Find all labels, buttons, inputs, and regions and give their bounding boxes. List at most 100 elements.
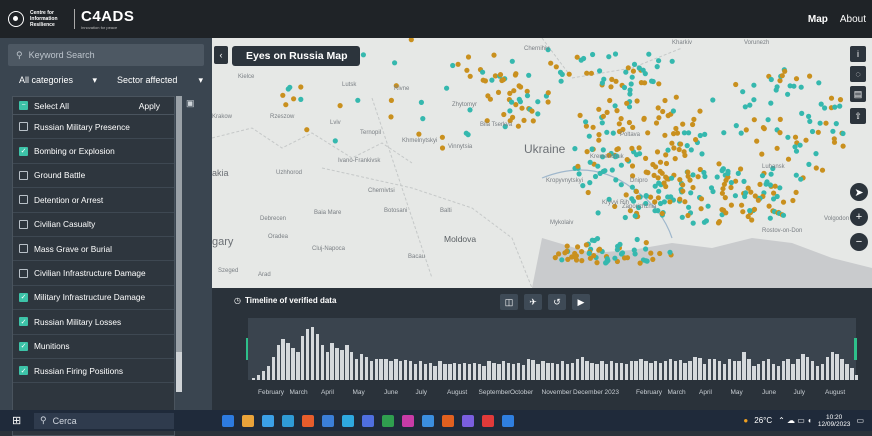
event-marker[interactable] xyxy=(650,78,656,85)
event-marker[interactable] xyxy=(740,89,746,95)
event-marker[interactable] xyxy=(790,197,796,204)
event-marker[interactable] xyxy=(634,236,640,243)
timeline-bar[interactable] xyxy=(536,363,540,380)
event-marker[interactable] xyxy=(699,151,705,157)
event-marker[interactable] xyxy=(742,104,748,110)
event-marker[interactable] xyxy=(656,115,662,121)
windows-start-icon[interactable]: ⊞ xyxy=(12,414,26,427)
event-marker[interactable] xyxy=(599,120,605,126)
timeline-bar[interactable] xyxy=(462,362,467,380)
event-marker[interactable] xyxy=(548,60,554,66)
event-marker[interactable] xyxy=(823,120,829,126)
event-marker[interactable] xyxy=(792,134,799,140)
timeline-bar[interactable] xyxy=(609,361,614,380)
event-marker[interactable] xyxy=(535,111,541,117)
event-marker[interactable] xyxy=(641,115,647,121)
event-marker[interactable] xyxy=(627,87,633,93)
timeline-bar[interactable] xyxy=(281,339,285,380)
taskbar-app-icon[interactable] xyxy=(422,414,434,427)
event-marker[interactable] xyxy=(332,138,338,144)
event-marker[interactable] xyxy=(693,137,699,143)
timeline-bar[interactable] xyxy=(757,363,761,380)
checkbox-checked[interactable]: ✓ xyxy=(19,366,28,376)
event-marker[interactable] xyxy=(752,193,758,199)
event-marker[interactable] xyxy=(575,244,581,250)
timeline-bar[interactable] xyxy=(320,345,325,380)
timeline-bar[interactable] xyxy=(732,361,736,380)
event-marker[interactable] xyxy=(677,196,683,202)
event-marker[interactable] xyxy=(634,98,640,104)
timeline-bar[interactable] xyxy=(443,363,447,380)
category-item[interactable]: ✓ Russian Firing Positions xyxy=(13,359,174,384)
timeline-bar[interactable] xyxy=(678,360,682,380)
event-marker[interactable] xyxy=(703,218,709,224)
event-marker[interactable] xyxy=(751,82,757,88)
event-marker[interactable] xyxy=(624,100,630,106)
event-marker[interactable] xyxy=(720,166,726,172)
event-marker[interactable] xyxy=(626,119,632,126)
event-marker[interactable] xyxy=(654,149,661,155)
timeline-bar[interactable] xyxy=(305,328,310,380)
event-marker[interactable] xyxy=(607,97,613,104)
event-marker[interactable] xyxy=(725,170,731,177)
event-marker[interactable] xyxy=(785,156,792,162)
event-marker[interactable] xyxy=(418,99,424,105)
event-marker[interactable] xyxy=(530,118,536,124)
timeline-bar[interactable] xyxy=(438,361,442,380)
taskbar-app-icon[interactable] xyxy=(402,414,414,427)
event-marker[interactable] xyxy=(798,176,804,182)
timeline-bar[interactable] xyxy=(855,375,859,380)
taskbar-app-icon[interactable] xyxy=(322,414,334,427)
event-marker[interactable] xyxy=(564,243,570,249)
event-marker[interactable] xyxy=(673,94,679,100)
event-marker[interactable] xyxy=(656,58,662,64)
event-marker[interactable] xyxy=(618,251,625,257)
event-marker[interactable] xyxy=(761,126,767,132)
event-marker[interactable] xyxy=(780,212,787,218)
event-marker[interactable] xyxy=(695,174,701,180)
event-marker[interactable] xyxy=(798,84,804,90)
event-marker[interactable] xyxy=(803,137,809,143)
event-marker[interactable] xyxy=(743,190,749,196)
event-marker[interactable] xyxy=(669,58,675,64)
timeline-bar[interactable] xyxy=(448,363,452,380)
event-marker[interactable] xyxy=(813,165,819,171)
event-marker[interactable] xyxy=(672,156,678,162)
event-marker[interactable] xyxy=(597,246,603,252)
event-marker[interactable] xyxy=(681,130,687,136)
event-marker[interactable] xyxy=(690,220,696,226)
timeline-bar[interactable] xyxy=(340,349,344,380)
timeline-bar[interactable] xyxy=(497,363,501,380)
event-marker[interactable] xyxy=(768,76,774,83)
event-marker[interactable] xyxy=(840,130,846,137)
timeline-bar[interactable] xyxy=(291,347,295,380)
select-all-checkbox[interactable]: − xyxy=(19,101,28,110)
event-marker[interactable] xyxy=(612,51,619,57)
event-marker[interactable] xyxy=(759,151,765,157)
info-button[interactable]: i xyxy=(850,46,866,62)
timeline-bar[interactable] xyxy=(399,361,403,380)
timeline-bar[interactable] xyxy=(506,362,511,380)
event-marker[interactable] xyxy=(728,184,734,191)
event-marker[interactable] xyxy=(467,107,473,113)
event-marker[interactable] xyxy=(799,110,805,116)
event-marker[interactable] xyxy=(680,182,686,188)
timeline-bar[interactable] xyxy=(658,362,663,380)
event-marker[interactable] xyxy=(661,199,667,205)
timeline-bar[interactable] xyxy=(296,352,300,380)
event-marker[interactable] xyxy=(722,195,728,201)
pin-button[interactable]: ✈ xyxy=(524,294,542,310)
event-marker[interactable] xyxy=(757,181,763,187)
event-marker[interactable] xyxy=(720,186,726,192)
calendar-button[interactable]: ▣ xyxy=(186,98,206,114)
event-marker[interactable] xyxy=(631,61,638,67)
event-marker[interactable] xyxy=(613,177,619,183)
event-marker[interactable] xyxy=(747,208,753,214)
event-marker[interactable] xyxy=(507,108,513,114)
event-marker[interactable] xyxy=(588,70,594,76)
event-marker[interactable] xyxy=(657,250,663,257)
event-marker[interactable] xyxy=(590,124,596,130)
timeline-bar[interactable] xyxy=(384,359,388,380)
event-marker[interactable] xyxy=(480,69,486,75)
timeline-bar[interactable] xyxy=(673,361,678,380)
